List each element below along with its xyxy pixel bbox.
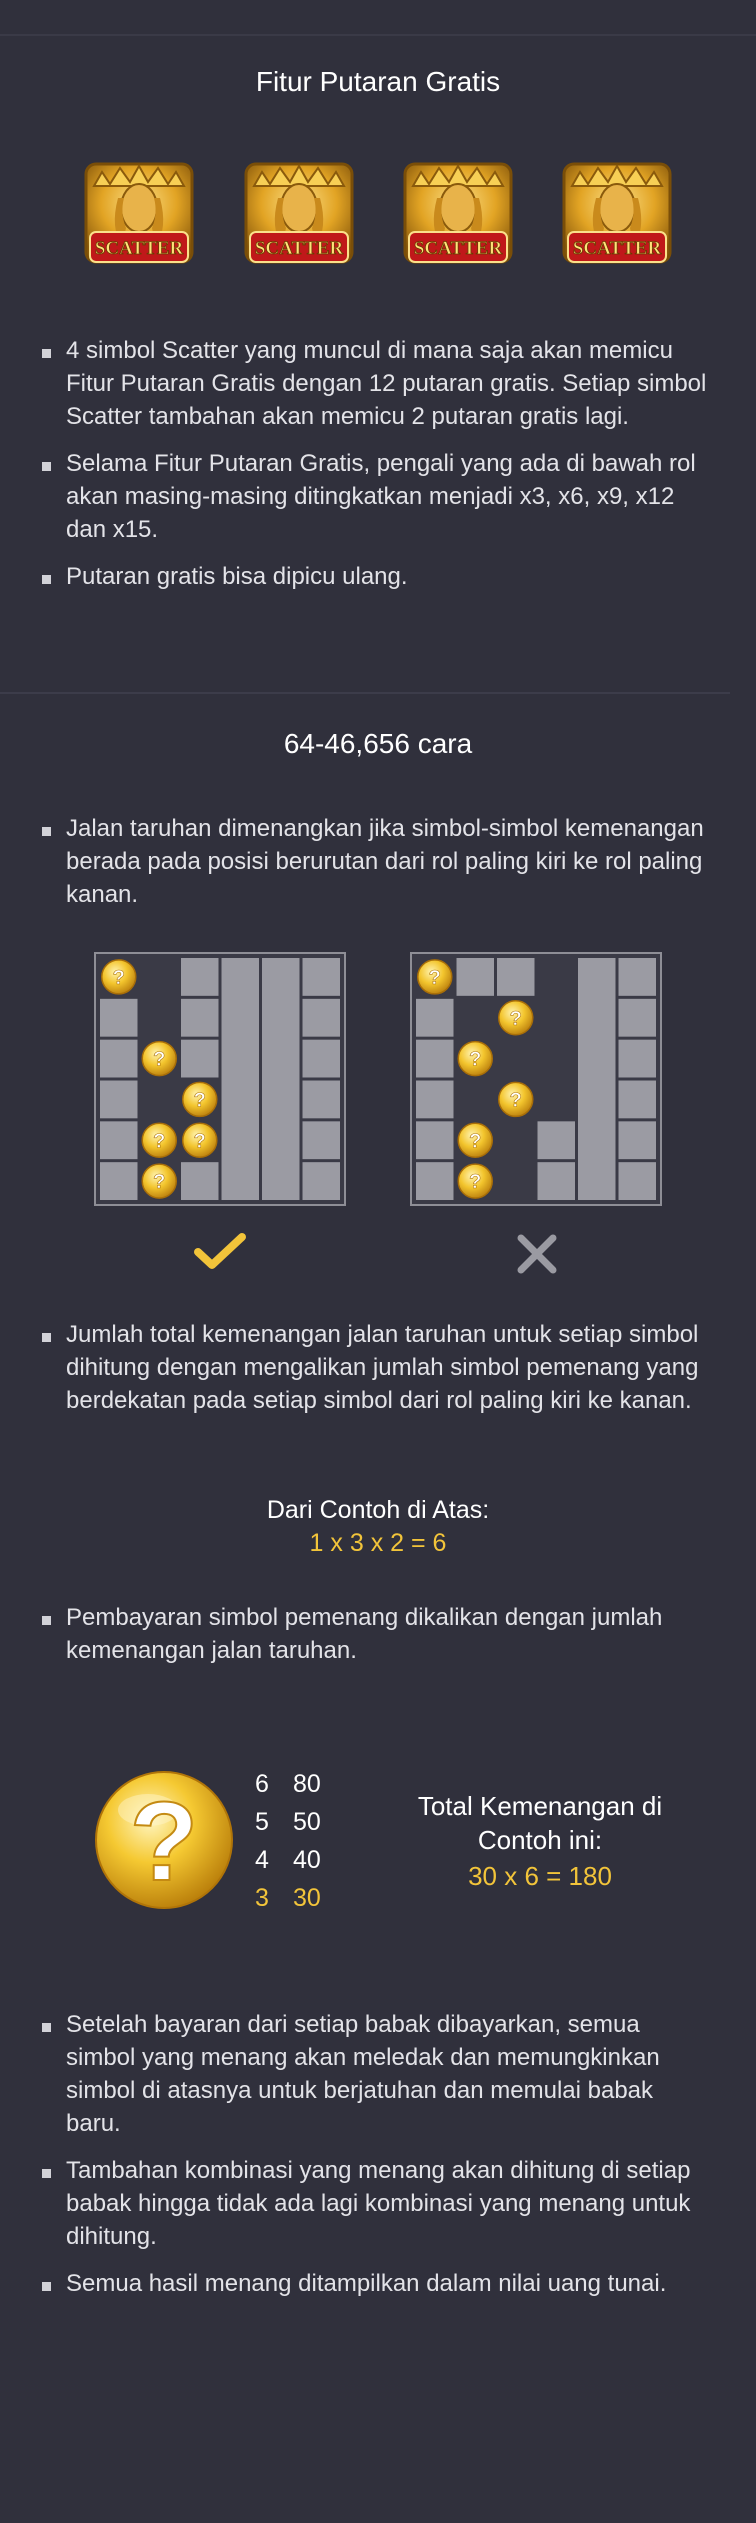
grid-cell bbox=[100, 1162, 138, 1200]
grid-cell bbox=[262, 958, 300, 1200]
list-item: 4 simbol Scatter yang muncul di mana saj… bbox=[38, 334, 714, 433]
coin-icon bbox=[141, 1163, 177, 1199]
grid-cell bbox=[497, 958, 535, 996]
grid-cell bbox=[456, 958, 494, 996]
coin-icon bbox=[141, 1040, 177, 1077]
ways-rule-1: Jalan taruhan dimenangkan jika simbol-si… bbox=[38, 812, 714, 911]
paytable-row: 4 40 bbox=[255, 1846, 321, 1874]
grid-cell bbox=[100, 1121, 138, 1160]
grid-cell bbox=[416, 998, 454, 1037]
grid-cell bbox=[302, 1121, 340, 1160]
grid-cell bbox=[100, 998, 138, 1037]
grid-cell bbox=[302, 1162, 340, 1200]
list-item: Setelah bayaran dari setiap babak dibaya… bbox=[38, 2008, 714, 2140]
list-item: Putaran gratis bisa dipicu ulang. bbox=[38, 560, 714, 593]
grid-cell bbox=[302, 998, 340, 1037]
coin-icon bbox=[457, 1040, 493, 1077]
grid-cell bbox=[302, 1080, 340, 1119]
grid-cell bbox=[100, 1080, 138, 1119]
list-item: Selama Fitur Putaran Gratis, pengali yan… bbox=[38, 447, 714, 546]
list-item: Jalan taruhan dimenangkan jika simbol-si… bbox=[38, 812, 714, 911]
scatter-symbol-icon bbox=[84, 162, 194, 264]
grid-cell bbox=[221, 958, 259, 1200]
ways-rule-2: Jumlah total kemenangan jalan taruhan un… bbox=[38, 1318, 714, 1417]
grid-cell bbox=[302, 958, 340, 996]
example-heading: Dari Contoh di Atas: bbox=[266, 1496, 490, 1524]
grid-cell bbox=[181, 1039, 219, 1078]
list-item: Tambahan kombinasi yang menang akan dihi… bbox=[38, 2154, 714, 2253]
coin-icon bbox=[141, 1122, 177, 1158]
free-spins-rules: 4 simbol Scatter yang muncul di mana saj… bbox=[38, 334, 714, 593]
coin-icon bbox=[417, 959, 453, 995]
grid-cell bbox=[618, 1080, 656, 1119]
grid-cell bbox=[537, 1121, 575, 1160]
scatter-symbol-icon bbox=[244, 162, 354, 264]
ways-title: 64-46,656 cara bbox=[283, 728, 473, 759]
cascade-rules: Setelah bayaran dari setiap babak dibaya… bbox=[38, 2008, 714, 2300]
grid-cell bbox=[416, 1121, 454, 1160]
total-heading: Total Kemenangan di Contoh ini: bbox=[417, 1791, 663, 1855]
grid-cell bbox=[618, 998, 656, 1037]
scatter-symbol-icon bbox=[403, 162, 513, 264]
question-symbol-icon: ? bbox=[95, 1771, 233, 1909]
cross-icon bbox=[517, 1234, 557, 1274]
paytable: 6 80 5 50 4 40 3 30 bbox=[255, 1765, 375, 1917]
grid-cell bbox=[618, 958, 656, 996]
example-formula: 1 x 3 x 2 = 6 bbox=[309, 1529, 447, 1557]
paytable-row-highlighted: 3 30 bbox=[255, 1884, 321, 1912]
grid-cell bbox=[416, 1039, 454, 1078]
top-separator bbox=[0, 34, 756, 36]
coin-icon bbox=[457, 1122, 493, 1158]
paytable-row: 6 80 bbox=[255, 1770, 321, 1798]
check-icon bbox=[194, 1233, 246, 1269]
example-grid-win bbox=[94, 952, 346, 1206]
coin-icon bbox=[457, 1163, 493, 1199]
scatter-symbols-row bbox=[0, 158, 756, 278]
grid-cell bbox=[181, 1162, 219, 1200]
grid-cell bbox=[416, 1080, 454, 1119]
list-item: Pembayaran simbol pemenang dikalikan den… bbox=[38, 1601, 714, 1667]
grid-cell bbox=[302, 1039, 340, 1078]
total-win-box: Total Kemenangan di Contoh ini: 30 x 6 =… bbox=[395, 1789, 685, 1893]
coin-icon bbox=[101, 959, 137, 995]
coin-icon bbox=[182, 1081, 218, 1118]
symbol-glyph: ? bbox=[130, 1779, 198, 1904]
grid-cell bbox=[618, 1162, 656, 1200]
example-grid-lose bbox=[410, 952, 662, 1206]
grid-cell bbox=[100, 1039, 138, 1078]
coin-icon bbox=[498, 1081, 534, 1118]
section-divider bbox=[0, 692, 730, 694]
list-item: Semua hasil menang ditampilkan dalam nil… bbox=[38, 2267, 714, 2300]
coin-icon bbox=[182, 1122, 218, 1158]
total-formula: 30 x 6 = 180 bbox=[468, 1861, 612, 1891]
grid-cell bbox=[416, 1162, 454, 1200]
grid-cell bbox=[578, 958, 616, 1200]
grid-cell bbox=[618, 1121, 656, 1160]
grid-cell bbox=[618, 1039, 656, 1078]
paytable-row: 5 50 bbox=[255, 1808, 321, 1836]
grid-cell bbox=[181, 998, 219, 1037]
ways-rule-3: Pembayaran simbol pemenang dikalikan den… bbox=[38, 1601, 714, 1667]
list-item: Jumlah total kemenangan jalan taruhan un… bbox=[38, 1318, 714, 1417]
grid-cell bbox=[181, 958, 219, 996]
free-spins-title: Fitur Putaran Gratis bbox=[255, 66, 501, 97]
coin-icon bbox=[498, 1000, 534, 1036]
scatter-symbol-icon bbox=[562, 162, 672, 264]
grid-cell bbox=[537, 1162, 575, 1200]
